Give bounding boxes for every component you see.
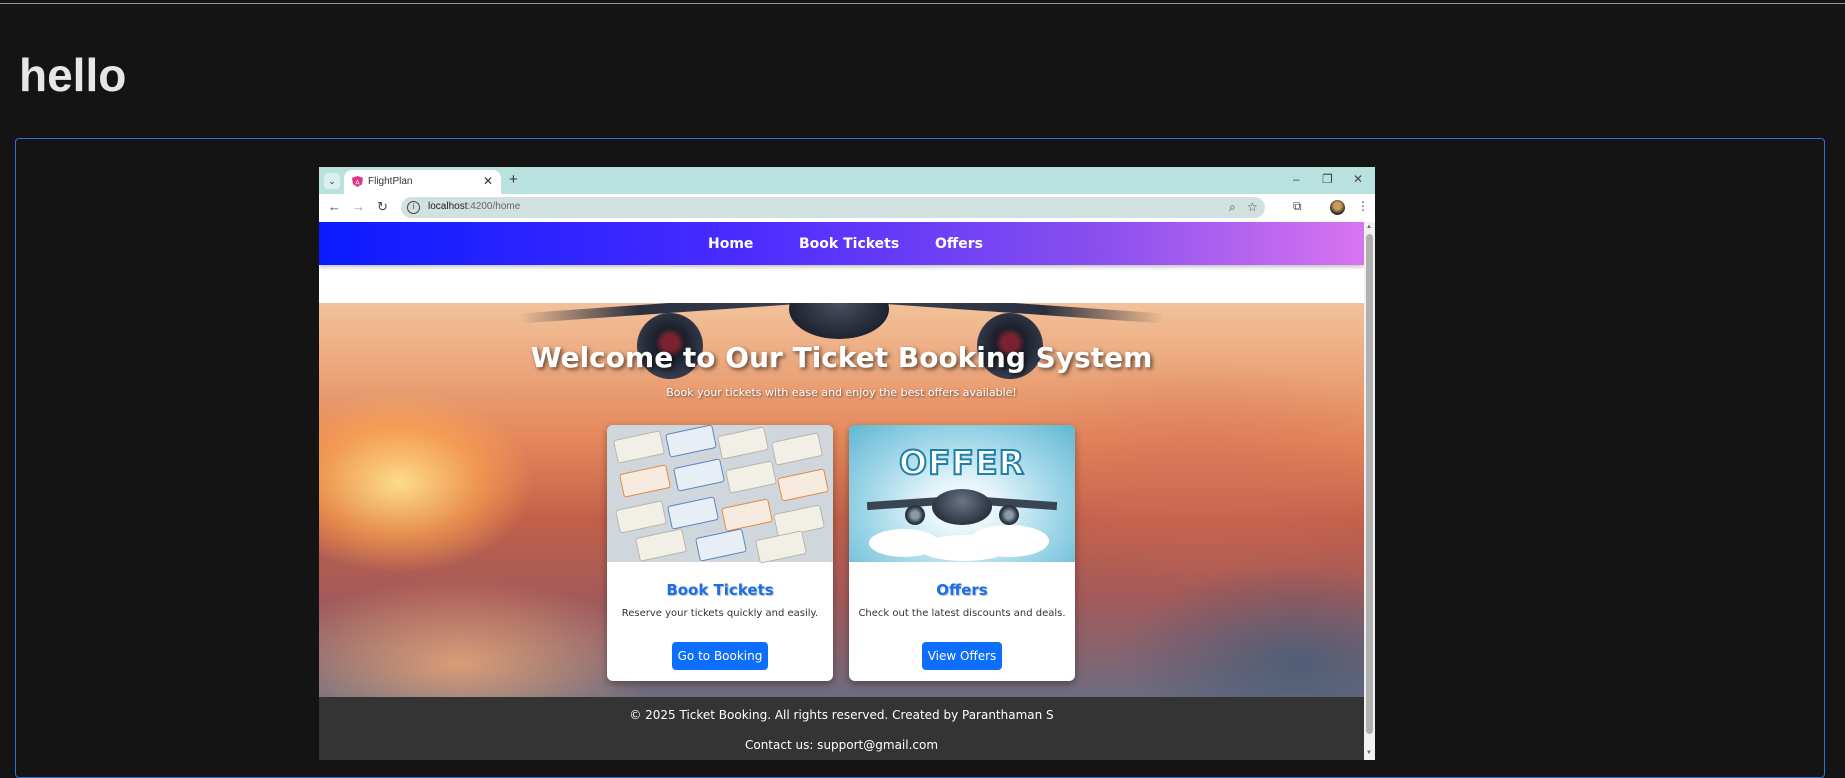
card-text: Check out the latest discounts and deals…: [858, 608, 1066, 619]
top-divider: [0, 3, 1845, 4]
site-footer: © 2025 Ticket Booking. All rights reserv…: [319, 697, 1364, 760]
footer-copyright: © 2025 Ticket Booking. All rights reserv…: [629, 708, 1054, 722]
tab-title: FlightPlan: [368, 176, 413, 187]
profile-avatar[interactable]: [1330, 200, 1345, 215]
nav-book-tickets[interactable]: Book Tickets: [799, 236, 899, 252]
extensions-icon[interactable]: ⧉: [1293, 199, 1302, 214]
window-close-icon[interactable]: ✕: [1353, 172, 1363, 186]
card-text: Reserve your tickets quickly and easily.: [621, 608, 819, 619]
page-title: hello: [19, 49, 127, 101]
airplane-fuselage: [789, 303, 889, 339]
nav-offers[interactable]: Offers: [935, 236, 983, 252]
bookmark-star-icon[interactable]: ☆: [1247, 200, 1258, 214]
page-viewport: Home Book Tickets Offers Welcome to Our …: [319, 222, 1364, 760]
go-to-booking-button[interactable]: Go to Booking: [672, 642, 768, 670]
offer-image: OFFER: [849, 425, 1075, 562]
hero-section: Welcome to Our Ticket Booking System Boo…: [319, 303, 1364, 697]
menu-kebab-icon[interactable]: ⋮: [1357, 199, 1369, 213]
browser-tab[interactable]: A FlightPlan ✕: [344, 170, 501, 194]
tab-list-icon[interactable]: ⌄: [324, 173, 340, 189]
card-title: Book Tickets: [666, 581, 774, 599]
footer-contact: Contact us: support@gmail.com: [744, 738, 939, 752]
hero-title: Welcome to Our Ticket Booking System: [530, 341, 1153, 374]
forward-icon[interactable]: →: [352, 199, 365, 214]
offers-card: OFFER Offers Check out the latest discou…: [849, 425, 1075, 681]
tab-strip: ⌄ A FlightPlan ✕ + – ❐ ✕: [319, 167, 1375, 194]
airplane-icon: [932, 489, 992, 525]
minimize-icon[interactable]: –: [1293, 172, 1300, 186]
browser-window: ⌄ A FlightPlan ✕ + – ❐ ✕ ← → ↻ i localho…: [319, 167, 1375, 760]
scroll-down-icon[interactable]: ▼: [1366, 750, 1372, 756]
browser-toolbar: ← → ↻ i localhost:4200/home ⌕ ☆ ⧉ ⋮: [319, 194, 1375, 222]
reload-icon[interactable]: ↻: [377, 199, 388, 215]
offer-image-text: OFFER: [898, 442, 1026, 483]
site-info-icon[interactable]: i: [407, 201, 420, 214]
hero-subtitle: Book your tickets with ease and enjoy th…: [666, 386, 1017, 399]
new-tab-icon[interactable]: +: [509, 171, 518, 188]
scroll-thumb[interactable]: [1366, 234, 1373, 734]
close-icon[interactable]: ✕: [483, 174, 493, 188]
book-tickets-card: Book Tickets Reserve your tickets quickl…: [607, 425, 833, 681]
tickets-image: [607, 425, 833, 564]
angular-favicon: A: [352, 176, 363, 187]
svg-text:A: A: [355, 178, 360, 186]
nav-home[interactable]: Home: [708, 236, 753, 252]
view-offers-button[interactable]: View Offers: [922, 642, 1002, 670]
back-icon[interactable]: ←: [328, 199, 341, 214]
url-text: localhost:4200/home: [428, 201, 521, 212]
restore-icon[interactable]: ❐: [1322, 172, 1333, 186]
card-title: Offers: [936, 581, 988, 599]
site-navbar: Home Book Tickets Offers: [319, 222, 1364, 265]
zoom-icon[interactable]: ⌕: [1229, 200, 1236, 215]
address-bar[interactable]: i localhost:4200/home ⌕ ☆: [401, 197, 1265, 218]
vertical-scrollbar[interactable]: ▲ ▼: [1364, 222, 1375, 760]
scroll-up-icon[interactable]: ▲: [1366, 224, 1372, 230]
